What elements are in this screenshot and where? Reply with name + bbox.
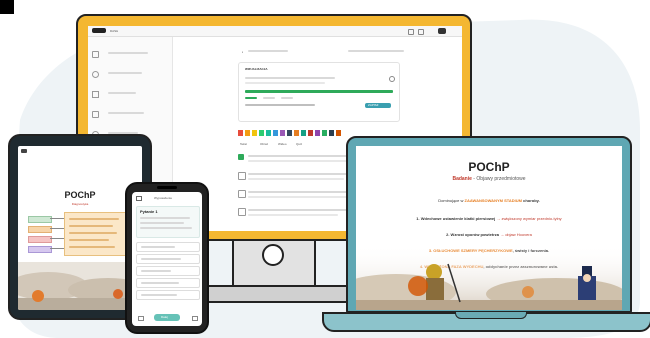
monitor-topbar <box>88 26 462 37</box>
checkbox-icon[interactable] <box>238 208 246 216</box>
avatar[interactable] <box>438 28 446 34</box>
laptop-subtitle: Badanie - Objawy przedmiotowe <box>356 176 622 182</box>
phone-header: Wyposażenie <box>154 196 172 200</box>
answer-option-1[interactable] <box>136 242 200 252</box>
diagram-node <box>28 216 52 223</box>
swatch[interactable] <box>259 130 264 136</box>
swatch[interactable] <box>308 130 313 136</box>
app-logo <box>92 28 106 33</box>
subtitle-bold: Badanie <box>452 176 472 182</box>
list-item-1: 1. Wdechowe ustawienie klatki piersiowej… <box>416 216 562 221</box>
intro-line: Dominujące w ZAAWANSOWANYM STADIUM choro… <box>438 198 540 203</box>
swatch[interactable] <box>287 130 292 136</box>
power-button <box>262 244 284 266</box>
diagram-node <box>28 246 52 253</box>
answer-option-5[interactable] <box>136 290 200 300</box>
notification-icon[interactable] <box>418 29 424 35</box>
laptop-screen: POChP Badanie - Objawy przedmiotowe Domi… <box>356 146 622 310</box>
laptop-title: POChP <box>468 160 510 174</box>
subtitle-rest: - Objawy przedmiotowe <box>471 176 526 182</box>
connector <box>50 238 64 239</box>
swatch[interactable] <box>273 130 278 136</box>
answer-option-3[interactable] <box>136 266 200 276</box>
forward-icon[interactable] <box>192 316 198 321</box>
swatch[interactable] <box>294 130 299 136</box>
back-icon[interactable] <box>21 149 27 153</box>
monitor-panel-label: ▪ <box>242 50 244 54</box>
tab-3[interactable]: Wideo <box>278 142 287 146</box>
settings-icon[interactable] <box>408 29 414 35</box>
swatch[interactable] <box>322 130 327 136</box>
check-icon[interactable] <box>238 154 244 160</box>
monitor-base <box>198 285 350 303</box>
diagram-node <box>28 236 52 243</box>
swatch[interactable] <box>266 130 271 136</box>
tab-4[interactable]: Quiz <box>296 142 302 146</box>
phone-speaker <box>157 186 177 189</box>
intro-highlight: ZAAWANSOWANYM STADIUM <box>464 198 522 203</box>
list-item-2: 2. Wzrost oporów powietrza → objaw Hoove… <box>446 232 532 237</box>
question-title: Pytanie 1 <box>140 209 158 214</box>
sidebar-icon-3[interactable] <box>92 91 99 98</box>
monitor-header-title: DASH <box>110 29 119 33</box>
sidebar-icon-1[interactable] <box>92 51 99 58</box>
laptop-notch <box>455 312 527 319</box>
smartphone-device: Wyposażenie Pytanie 1 Dalej <box>125 182 209 334</box>
card-action-button[interactable]: ZAPISZ <box>365 103 391 108</box>
laptop-device: POChP Badanie - Objawy przedmiotowe Domi… <box>346 136 632 313</box>
sidebar-icon-2[interactable] <box>92 71 99 78</box>
swatch[interactable] <box>329 130 334 136</box>
question-card: Pytanie 1 <box>136 206 200 238</box>
connector <box>50 228 64 229</box>
tab-1[interactable]: Tekst <box>240 142 247 146</box>
swatch[interactable] <box>315 130 320 136</box>
diagram-box <box>64 212 126 256</box>
tablet-subtitle: Diagnostyka <box>71 202 89 206</box>
monitor-card: WIZUALIZACJA ZAPISZ <box>238 62 400 122</box>
corner-mark <box>0 0 14 14</box>
swatch[interactable] <box>245 130 250 136</box>
phone-screen: Wyposażenie Pytanie 1 Dalej <box>132 192 202 326</box>
menu-icon[interactable] <box>136 196 142 201</box>
connector <box>50 248 64 249</box>
connector <box>50 218 64 219</box>
next-button[interactable]: Dalej <box>154 314 180 321</box>
tablet-battle-illustration <box>18 262 142 310</box>
progress-bar <box>245 90 393 93</box>
swatch[interactable] <box>301 130 306 136</box>
tablet-screen: POChP Diagnostyka <box>18 146 142 310</box>
card-title: WIZUALIZACJA <box>245 67 268 71</box>
swatch[interactable] <box>336 130 341 136</box>
search-icon[interactable] <box>389 76 395 82</box>
swatch[interactable] <box>280 130 285 136</box>
answer-option-4[interactable] <box>136 278 200 288</box>
answer-option-2[interactable] <box>136 254 200 264</box>
prev-icon[interactable] <box>138 316 144 321</box>
diagram-node <box>28 226 52 233</box>
laptop-battle-illustration <box>356 244 622 310</box>
tab-2[interactable]: Obraz <box>260 142 268 146</box>
sidebar-icon-4[interactable] <box>92 111 99 118</box>
tablet-title: POChP <box>64 190 96 200</box>
swatch[interactable] <box>252 130 257 136</box>
swatch[interactable] <box>238 130 243 136</box>
checkbox-icon[interactable] <box>238 190 246 198</box>
checkbox-icon[interactable] <box>238 172 246 180</box>
